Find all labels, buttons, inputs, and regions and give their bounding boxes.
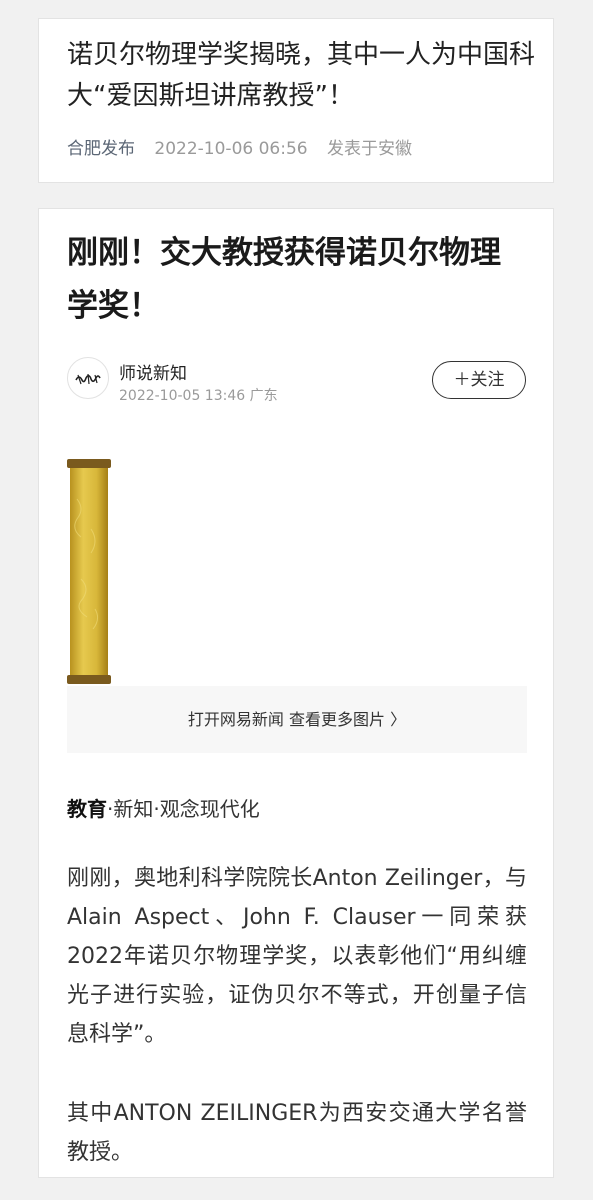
open-app-more-images-button[interactable]: 打开网易新闻 查看更多图片 〉 <box>67 686 527 753</box>
author-avatar[interactable] <box>67 357 109 399</box>
calligraphy-logo-icon <box>75 373 101 385</box>
related-article-location: 发表于安徽 <box>327 139 413 159</box>
article-tagline: 教育·新知·观念现代化 <box>67 793 260 822</box>
main-article-card: 刚刚！交大教授获得诺贝尔物理学奖！ 师说新知 2022-10-05 13:46 … <box>38 208 554 1178</box>
related-article-card[interactable]: 诺贝尔物理学奖揭晓，其中一人为中国科大“爱因斯坦讲席教授”！ 合肥发布 2022… <box>38 18 554 183</box>
article-paragraph: 其中ANTON ZEILINGER为西安交通大学名誉教授。 <box>67 1101 527 1165</box>
related-article-meta: 合肥发布 2022-10-06 06:56 发表于安徽 <box>67 134 426 159</box>
related-article-title[interactable]: 诺贝尔物理学奖揭晓，其中一人为中国科大“爱因斯坦讲席教授”！ <box>67 35 537 117</box>
tagline-rest: ·新知·观念现代化 <box>107 797 260 821</box>
follow-button[interactable]: ＋关注 <box>432 361 526 399</box>
article-image[interactable] <box>67 451 527 686</box>
article-title: 刚刚！交大教授获得诺贝尔物理学奖！ <box>67 235 501 324</box>
related-article-time: 2022-10-06 06:56 <box>154 139 308 159</box>
related-article-source[interactable]: 合肥发布 <box>67 139 135 159</box>
post-time: 2022-10-05 13:46 广东 <box>119 388 278 404</box>
author-name[interactable]: 师说新知 <box>119 359 187 384</box>
golden-scroll-image <box>67 459 111 684</box>
article-paragraph: 刚刚，奥地利科学院院长Anton Zeilinger，与Alain Aspect… <box>67 866 527 1047</box>
tagline-bold: 教育 <box>67 797 107 821</box>
